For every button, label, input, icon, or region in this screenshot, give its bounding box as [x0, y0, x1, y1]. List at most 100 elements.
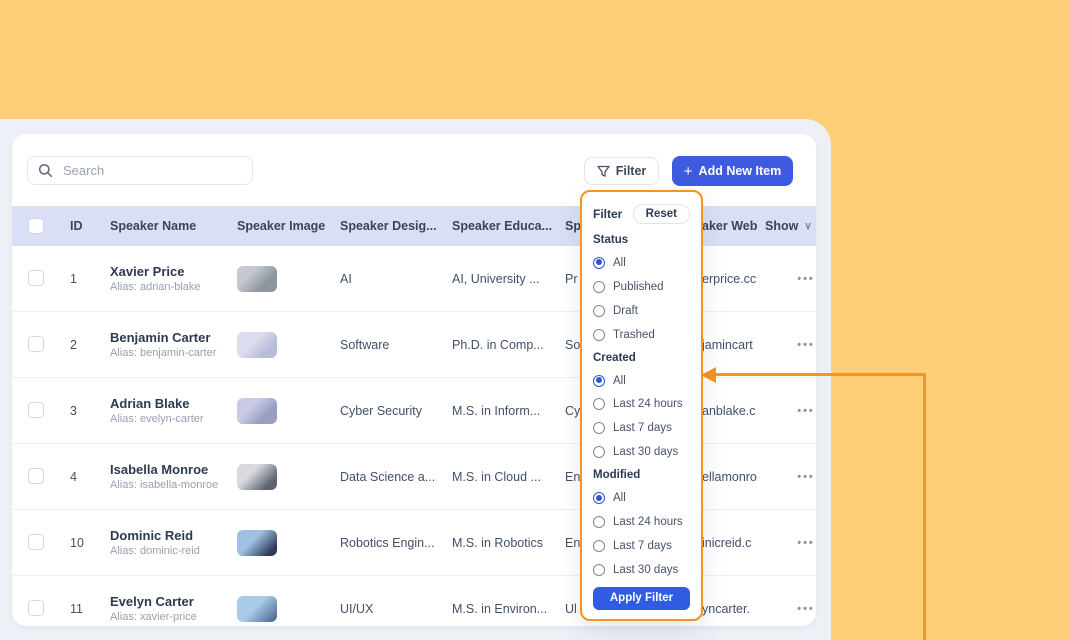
- radio-label: All: [613, 492, 626, 504]
- row-actions-menu[interactable]: •••: [784, 312, 816, 377]
- header-speaker-designation[interactable]: Speaker Desig...: [340, 206, 437, 246]
- radio-icon: [593, 422, 605, 434]
- cell-extra: Pr: [565, 246, 578, 311]
- cell-speaker-name: Evelyn Carter Alias: xavier-price: [110, 576, 197, 626]
- radio-icon: [593, 516, 605, 528]
- radio-icon: [593, 375, 605, 387]
- cell-education: M.S. in Environ...: [452, 576, 547, 626]
- apply-filter-button[interactable]: Apply Filter: [593, 587, 690, 610]
- header-speaker-education[interactable]: Speaker Educa...: [452, 206, 552, 246]
- cell-education: Ph.D. in Comp...: [452, 312, 544, 377]
- cell-website: anblake.c: [702, 378, 756, 443]
- annotation-arrow-line-vertical: [923, 373, 926, 640]
- cell-designation: UI/UX: [340, 576, 373, 626]
- filter-section-created: Created: [593, 347, 690, 369]
- radio-icon: [593, 492, 605, 504]
- radio-created-30d[interactable]: Last 30 days: [593, 440, 690, 464]
- cell-speaker-image: [237, 576, 277, 626]
- radio-label: Draft: [613, 305, 638, 317]
- radio-label: Trashed: [613, 329, 655, 341]
- cell-designation: Data Science a...: [340, 444, 435, 509]
- radio-label: Last 30 days: [613, 564, 678, 576]
- cell-speaker-name: Isabella Monroe Alias: isabella-monroe: [110, 444, 218, 509]
- header-show[interactable]: Show ∨: [765, 206, 812, 246]
- radio-status-all[interactable]: All: [593, 251, 690, 275]
- row-actions-menu[interactable]: •••: [784, 576, 816, 626]
- radio-icon: [593, 305, 605, 317]
- row-checkbox[interactable]: [28, 402, 44, 418]
- row-actions-menu[interactable]: •••: [784, 246, 816, 311]
- speaker-name: Dominic Reid: [110, 528, 193, 543]
- radio-modified-7d[interactable]: Last 7 days: [593, 534, 690, 558]
- cell-education: M.S. in Inform...: [452, 378, 540, 443]
- row-checkbox[interactable]: [28, 270, 44, 286]
- speaker-alias: Alias: dominic-reid: [110, 545, 200, 557]
- search-icon: [38, 163, 53, 178]
- cell-id: 4: [70, 444, 77, 509]
- add-new-item-label: Add New Item: [699, 164, 782, 178]
- cell-education: M.S. in Robotics: [452, 510, 543, 575]
- row-checkbox[interactable]: [28, 600, 44, 616]
- row-actions-menu[interactable]: •••: [784, 510, 816, 575]
- add-new-item-button[interactable]: + Add New Item: [672, 156, 793, 186]
- radio-modified-30d[interactable]: Last 30 days: [593, 558, 690, 582]
- radio-status-draft[interactable]: Draft: [593, 299, 690, 323]
- speaker-alias: Alias: evelyn-carter: [110, 413, 204, 425]
- header-speaker-image[interactable]: Speaker Image: [237, 206, 325, 246]
- row-actions-menu[interactable]: •••: [784, 444, 816, 509]
- cell-speaker-name: Xavier Price Alias: adrian-blake: [110, 246, 201, 311]
- header-speaker-name[interactable]: Speaker Name: [110, 206, 196, 246]
- cell-extra: En: [565, 444, 580, 509]
- cell-website: erprice.cc: [702, 246, 756, 311]
- speaker-name: Adrian Blake: [110, 396, 189, 411]
- cell-extra: So: [565, 312, 580, 377]
- radio-created-all[interactable]: All: [593, 369, 690, 393]
- radio-status-published[interactable]: Published: [593, 275, 690, 299]
- plus-icon: +: [684, 164, 693, 179]
- header-show-label: Show: [765, 219, 798, 233]
- radio-modified-all[interactable]: All: [593, 486, 690, 510]
- cell-speaker-name: Adrian Blake Alias: evelyn-carter: [110, 378, 204, 443]
- cell-designation: Cyber Security: [340, 378, 422, 443]
- filter-panel: Filter Reset Status All Published Draft …: [580, 190, 703, 621]
- speaker-thumbnail: [237, 398, 277, 424]
- speaker-name: Evelyn Carter: [110, 594, 194, 609]
- speaker-thumbnail: [237, 332, 277, 358]
- radio-icon: [593, 329, 605, 341]
- cell-speaker-image: [237, 444, 277, 509]
- speaker-thumbnail: [237, 266, 277, 292]
- search-input[interactable]: [61, 162, 242, 179]
- row-actions-menu[interactable]: •••: [784, 378, 816, 443]
- radio-created-24h[interactable]: Last 24 hours: [593, 393, 690, 417]
- filter-button[interactable]: Filter: [584, 157, 659, 185]
- annotation-arrow-line-horizontal: [714, 373, 926, 376]
- search-box[interactable]: [27, 156, 253, 185]
- header-speaker-extra[interactable]: Sp: [565, 206, 581, 246]
- radio-icon: [593, 446, 605, 458]
- radio-icon: [593, 257, 605, 269]
- radio-modified-24h[interactable]: Last 24 hours: [593, 510, 690, 534]
- header-speaker-web[interactable]: aker Web: [702, 206, 757, 246]
- speaker-thumbnail: [237, 530, 277, 556]
- row-checkbox[interactable]: [28, 534, 44, 550]
- radio-icon: [593, 398, 605, 410]
- radio-label: Last 7 days: [613, 422, 672, 434]
- cell-id: 10: [70, 510, 84, 575]
- radio-label: Last 24 hours: [613, 398, 683, 410]
- speaker-alias: Alias: adrian-blake: [110, 281, 201, 293]
- reset-button[interactable]: Reset: [633, 204, 690, 224]
- radio-status-trashed[interactable]: Trashed: [593, 323, 690, 347]
- chevron-down-icon: ∨: [804, 221, 811, 232]
- header-id[interactable]: ID: [70, 206, 83, 246]
- filter-section-modified: Modified: [593, 464, 690, 486]
- radio-label: All: [613, 257, 626, 269]
- cell-website: inicreid.c: [702, 510, 751, 575]
- row-checkbox[interactable]: [28, 336, 44, 352]
- radio-label: All: [613, 375, 626, 387]
- row-checkbox[interactable]: [28, 468, 44, 484]
- cell-extra: Cy: [565, 378, 580, 443]
- filter-section-status: Status: [593, 229, 690, 251]
- speaker-thumbnail: [237, 464, 277, 490]
- select-all-checkbox[interactable]: [28, 218, 44, 234]
- radio-created-7d[interactable]: Last 7 days: [593, 416, 690, 440]
